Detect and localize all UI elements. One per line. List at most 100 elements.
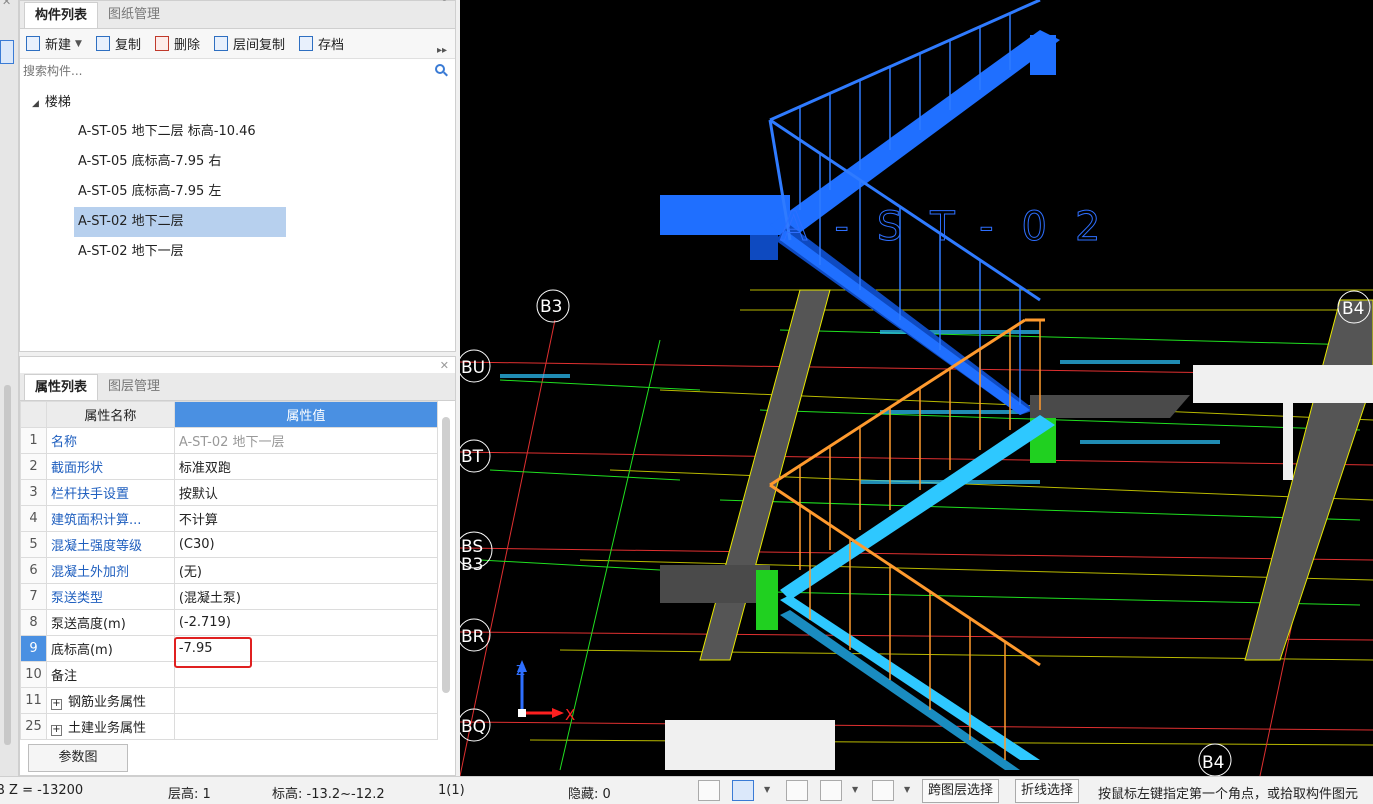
chevron-down-icon[interactable]: ▼ bbox=[904, 785, 910, 794]
highlight-box bbox=[174, 637, 252, 668]
delete-button[interactable]: 删除 bbox=[154, 34, 200, 53]
archive-label: 存档 bbox=[317, 38, 344, 53]
tree-item-label: A-ST-05 地下二层 标高-10.46 bbox=[78, 124, 256, 139]
cross-layer-select-button[interactable]: 跨图层选择 bbox=[922, 779, 1000, 803]
tree-item-selected[interactable]: A-ST-02 地下二层 bbox=[20, 207, 455, 237]
table-row[interactable]: 25 + 土建业务属性 bbox=[20, 713, 439, 740]
property-name: 混凝土强度等级 bbox=[45, 531, 175, 558]
axis-label: BS bbox=[461, 537, 483, 557]
parameter-diagram-button[interactable]: 参数图 bbox=[28, 744, 128, 772]
cross-icon[interactable] bbox=[786, 780, 808, 801]
new-button[interactable]: 新建 ▼ bbox=[26, 34, 82, 53]
property-name: 泵送类型 bbox=[45, 583, 175, 610]
property-value[interactable]: 按默认 bbox=[173, 479, 439, 506]
tab-drawing-management[interactable]: 图纸管理 bbox=[98, 2, 170, 28]
floor-height: 层高: 1 bbox=[168, 787, 211, 802]
snap-icon[interactable] bbox=[732, 780, 754, 801]
polyline-select-button[interactable]: 折线选择 bbox=[1015, 779, 1080, 803]
table-row[interactable]: 6 混凝土外加剂 (无) bbox=[20, 557, 439, 584]
new-file-icon bbox=[26, 36, 40, 51]
component-list-panel: ✕ 构件列表 图纸管理 新建 ▼ 复制 删除 层间复制 bbox=[19, 0, 456, 352]
search-icon[interactable] bbox=[435, 64, 445, 74]
scrollbar[interactable] bbox=[442, 417, 450, 693]
property-value[interactable]: (C30) bbox=[173, 531, 439, 558]
property-name: 截面形状 bbox=[45, 453, 175, 480]
axis-label: B4 bbox=[1342, 299, 1364, 319]
property-value[interactable]: (无) bbox=[173, 557, 439, 584]
copy-button[interactable]: 复制 bbox=[95, 34, 141, 53]
property-group[interactable]: + 钢筋业务属性 bbox=[45, 687, 175, 714]
table-row[interactable]: 11 + 钢筋业务属性 bbox=[20, 687, 439, 714]
axis-label: BU bbox=[461, 358, 485, 378]
tree-item[interactable]: A-ST-05 底标高-7.95 右 bbox=[20, 147, 455, 177]
tree-item[interactable]: A-ST-02 地下一层 bbox=[20, 237, 455, 267]
elevation-range: 标高: -13.2~-12.2 bbox=[272, 787, 385, 802]
copy-icon bbox=[95, 36, 110, 51]
new-label: 新建 bbox=[45, 38, 72, 53]
axis-label: BT bbox=[461, 447, 484, 467]
status-bar: B Z = -13200 层高: 1 标高: -13.2~-12.2 1(1) … bbox=[0, 776, 1373, 804]
delete-icon bbox=[154, 36, 169, 51]
property-name: 混凝土外加剂 bbox=[45, 557, 175, 584]
expand-plus-icon[interactable]: + bbox=[50, 725, 62, 736]
property-group[interactable]: + 土建业务属性 bbox=[45, 713, 175, 740]
axis-label: BQ bbox=[461, 717, 486, 737]
chevron-down-icon[interactable]: ▼ bbox=[852, 785, 858, 794]
tree-item[interactable]: A-ST-05 地下二层 标高-10.46 bbox=[20, 117, 455, 147]
table-row[interactable]: 3 栏杆扶手设置 按默认 bbox=[20, 479, 439, 506]
row-number: 9 bbox=[20, 635, 47, 662]
property-group-label: 土建业务属性 bbox=[67, 721, 146, 736]
property-value[interactable]: 标准双跑 bbox=[173, 453, 439, 480]
tab-property-list[interactable]: 属性列表 bbox=[24, 374, 99, 400]
floor-copy-button[interactable]: 层间复制 bbox=[213, 34, 285, 53]
axis-label: B3 bbox=[461, 555, 483, 575]
tab-layer-management[interactable]: 图层管理 bbox=[98, 374, 170, 400]
delete-label: 删除 bbox=[173, 38, 200, 53]
tree-item[interactable]: A-ST-05 底标高-7.95 左 bbox=[20, 177, 455, 207]
tree-node-stairs[interactable]: ◢ 楼梯 bbox=[20, 89, 455, 117]
property-value[interactable]: (-2.719) bbox=[173, 609, 439, 636]
tab-component-list[interactable]: 构件列表 bbox=[24, 2, 99, 28]
chevron-down-icon[interactable]: ▼ bbox=[75, 39, 82, 49]
property-value bbox=[173, 687, 439, 714]
archive-button[interactable]: 存档 bbox=[298, 34, 344, 53]
z-axis-label: Z bbox=[516, 664, 525, 679]
copy-label: 复制 bbox=[114, 38, 141, 53]
row-number: 11 bbox=[20, 687, 47, 714]
property-value[interactable]: 不计算 bbox=[173, 505, 439, 532]
property-value[interactable]: A-ST-02 地下一层 bbox=[173, 427, 439, 454]
close-icon[interactable]: ✕ bbox=[440, 359, 449, 372]
search-input[interactable] bbox=[20, 59, 455, 83]
property-name-header: 属性名称 bbox=[45, 401, 175, 428]
white-post bbox=[1283, 400, 1293, 480]
dimension-icon[interactable] bbox=[872, 780, 894, 801]
scrollbar[interactable] bbox=[4, 385, 11, 745]
table-row[interactable]: 4 建筑面积计算... 不计算 bbox=[20, 505, 439, 532]
table-row[interactable]: 8 泵送高度(m) (-2.719) bbox=[20, 609, 439, 636]
property-group-label: 钢筋业务属性 bbox=[67, 695, 146, 710]
tree-item-label: A-ST-02 地下二层 bbox=[74, 207, 286, 237]
toolbar-overflow-icon[interactable]: ▸▸ bbox=[437, 45, 447, 56]
chevron-down-icon[interactable]: ▼ bbox=[764, 785, 770, 794]
close-icon[interactable]: ✕ bbox=[2, 0, 11, 8]
angle-icon[interactable] bbox=[820, 780, 842, 801]
table-row[interactable]: 5 混凝土强度等级 (C30) bbox=[20, 531, 439, 558]
tree-item-label: A-ST-05 底标高-7.95 左 bbox=[78, 184, 222, 199]
table-row[interactable]: 7 泵送类型 (混凝土泵) bbox=[20, 583, 439, 610]
dock-toggle-button[interactable] bbox=[0, 40, 14, 64]
property-name: 名称 bbox=[45, 427, 175, 454]
row-number: 6 bbox=[20, 557, 47, 584]
coordinate-readout: B Z = -13200 bbox=[0, 783, 84, 798]
property-name: 备注 bbox=[45, 661, 175, 688]
table-row[interactable]: 2 截面形状 标准双跑 bbox=[20, 453, 439, 480]
property-table: 属性名称 属性值 1 名称 A-ST-02 地下一层 2 截面形状 标准双跑 3… bbox=[20, 401, 439, 740]
ortho-icon[interactable] bbox=[698, 780, 720, 801]
row-number-header bbox=[20, 401, 47, 428]
3d-viewport[interactable]: A-ST-02 B3 B4 BU BT BS B3 BR BQ B4 X Z bbox=[460, 0, 1373, 776]
table-row[interactable]: 1 名称 A-ST-02 地下一层 bbox=[20, 427, 439, 454]
property-value[interactable]: (混凝土泵) bbox=[173, 583, 439, 610]
expand-plus-icon[interactable]: + bbox=[50, 699, 62, 710]
row-number: 4 bbox=[20, 505, 47, 532]
expand-arrow-icon[interactable]: ◢ bbox=[32, 99, 39, 109]
white-slab bbox=[1193, 365, 1373, 403]
